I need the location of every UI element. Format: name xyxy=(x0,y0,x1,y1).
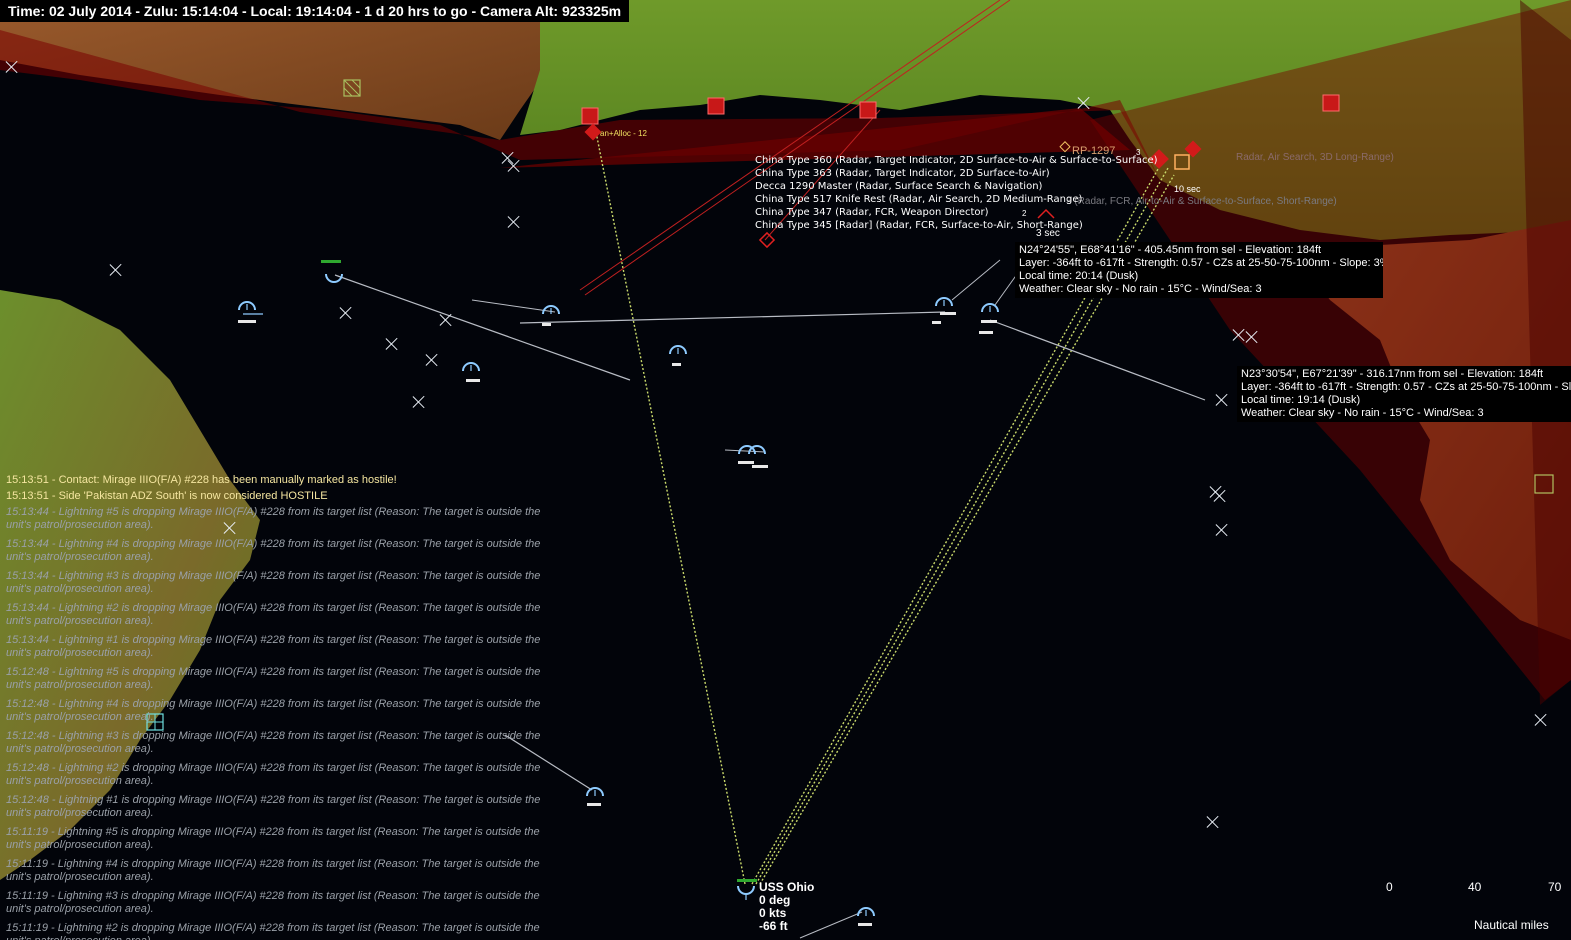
scale-tick-label: 70 xyxy=(1548,880,1562,894)
emitter-line: Decca 1290 Master (Radar, Surface Search… xyxy=(755,181,1043,192)
emitter-line: China Type 363 (Radar, Target Indicator,… xyxy=(755,168,1050,179)
unknown-contact-marker[interactable] xyxy=(108,262,124,278)
unknown-contact-marker[interactable] xyxy=(424,352,440,368)
emitter-list: China Type 360 (Radar, Target Indicator,… xyxy=(755,154,1158,232)
unknown-contact-marker[interactable] xyxy=(384,336,400,352)
info-line: Layer: -364ft to -617ft - Strength: 0.57… xyxy=(1241,381,1571,393)
log-message: 15:12:48 - Lightning #3 is dropping Mira… xyxy=(6,730,541,755)
air-contact-icon[interactable] xyxy=(320,268,350,292)
log-message: 15:13:44 - Lightning #2 is dropping Mira… xyxy=(6,602,541,627)
log-message: 15:12:48 - Lightning #2 is dropping Mira… xyxy=(6,762,541,787)
unknown-contact-marker[interactable] xyxy=(1212,488,1228,504)
unknown-contact-marker[interactable] xyxy=(411,394,427,410)
info-line: N24°24'55", E68°41'16" - 405.45nm from s… xyxy=(1019,244,1322,256)
log-message: 15:12:48 - Lightning #5 is dropping Mira… xyxy=(6,666,541,691)
time-label-ten: 10 sec xyxy=(1174,184,1201,194)
scale-unit-label: Nautical miles xyxy=(1474,918,1549,932)
info-line: Local time: 20:14 (Dusk) xyxy=(1019,270,1139,282)
unknown-contact-marker[interactable] xyxy=(4,59,20,75)
unknown-contact-marker[interactable] xyxy=(506,214,522,230)
emitter-line: China Type 347 (Radar, FCR, Weapon Direc… xyxy=(755,207,989,218)
log-message: 15:13:44 - Lightning #3 is dropping Mira… xyxy=(6,570,541,595)
message-log: 15:13:51 - Contact: Mirage IIIO(F/A) #22… xyxy=(6,474,566,940)
air-contact-icon[interactable] xyxy=(733,442,768,468)
log-message: 15:13:51 - Contact: Mirage IIIO(F/A) #22… xyxy=(6,474,397,486)
unknown-contact-marker[interactable] xyxy=(1214,522,1230,538)
unknown-contact-marker[interactable] xyxy=(438,312,454,328)
log-message: 15:13:44 - Lightning #1 is dropping Mira… xyxy=(6,634,541,659)
log-message: 15:11:19 - Lightning #5 is dropping Mira… xyxy=(6,826,540,851)
air-contact-icon[interactable] xyxy=(537,300,567,326)
unknown-contact-marker[interactable] xyxy=(338,305,354,321)
unknown-contact-marker[interactable] xyxy=(506,158,522,174)
tactical-map[interactable]: USS Ohio 0 deg 0 kts -66 ft RP-1297 an+A… xyxy=(0,0,1571,940)
status-bar: Time: 02 July 2014 - Zulu: 15:14:04 - Lo… xyxy=(0,0,630,22)
info-line: Local time: 19:14 (Dusk) xyxy=(1241,394,1361,406)
emitter-line: China Type 517 Knife Rest (Radar, Air Se… xyxy=(755,194,1083,205)
air-contact-icon[interactable] xyxy=(852,902,882,926)
unit-depth: -66 ft xyxy=(759,919,788,933)
log-message: 15:12:48 - Lightning #4 is dropping Mira… xyxy=(6,698,541,723)
log-message: 15:13:44 - Lightning #5 is dropping Mira… xyxy=(6,506,541,531)
info-line: N23°30'54", E67°21'39" - 316.17nm from s… xyxy=(1241,368,1544,380)
air-contact-icon[interactable] xyxy=(976,298,1006,334)
scale-bar: 0 40 70 Nautical miles xyxy=(1378,880,1568,938)
air-contact-icon[interactable] xyxy=(930,292,960,324)
info-line: Layer: -364ft to -617ft - Strength: 0.57… xyxy=(1019,257,1383,269)
unknown-contact-marker[interactable] xyxy=(1244,329,1260,345)
air-contact-icon[interactable] xyxy=(581,782,611,806)
log-message: 15:12:48 - Lightning #1 is dropping Mira… xyxy=(6,794,541,819)
log-message: 15:11:19 - Lightning #3 is dropping Mira… xyxy=(6,890,540,915)
info-line: Weather: Clear sky - No rain - 15°C - Wi… xyxy=(1019,283,1262,295)
emitter-line: China Type 360 (Radar, Target Indicator,… xyxy=(755,155,1158,166)
unknown-contact-marker[interactable] xyxy=(1533,712,1549,728)
log-message: 15:13:51 - Side 'Pakistan ADZ South' is … xyxy=(6,490,328,502)
info-line: Weather: Clear sky - No rain - 15°C - Wi… xyxy=(1241,407,1484,419)
unit-datablock: USS Ohio 0 deg 0 kts -66 ft xyxy=(759,881,814,933)
unknown-contact-marker[interactable] xyxy=(1076,95,1092,111)
air-contact-icon[interactable] xyxy=(233,296,263,323)
log-message: 15:11:19 - Lightning #2 is dropping Mira… xyxy=(6,922,540,940)
emitter-line: China Type 345 [Radar] (Radar, FCR, Surf… xyxy=(755,220,1083,231)
log-message: 15:13:44 - Lightning #4 is dropping Mira… xyxy=(6,538,541,563)
scale-tick-label: 0 xyxy=(1386,880,1393,894)
unknown-contact-marker[interactable] xyxy=(1205,814,1221,830)
map-hover-info-box: N23°30'54", E67°21'39" - 316.17nm from s… xyxy=(1237,366,1571,422)
map-hover-info-box: N24°24'55", E68°41'16" - 405.45nm from s… xyxy=(1015,242,1383,298)
air-contact-icon[interactable] xyxy=(457,357,487,382)
scale-tick-label: 40 xyxy=(1468,880,1482,894)
faded-search-label: Radar, Air Search, 3D Long-Range) xyxy=(1236,152,1394,163)
alloc-label: an+Alloc - 12 xyxy=(600,129,647,138)
air-contact-icon[interactable] xyxy=(664,340,694,366)
unknown-contact-marker[interactable] xyxy=(1214,392,1230,408)
log-message: 15:11:19 - Lightning #4 is dropping Mira… xyxy=(6,858,540,883)
